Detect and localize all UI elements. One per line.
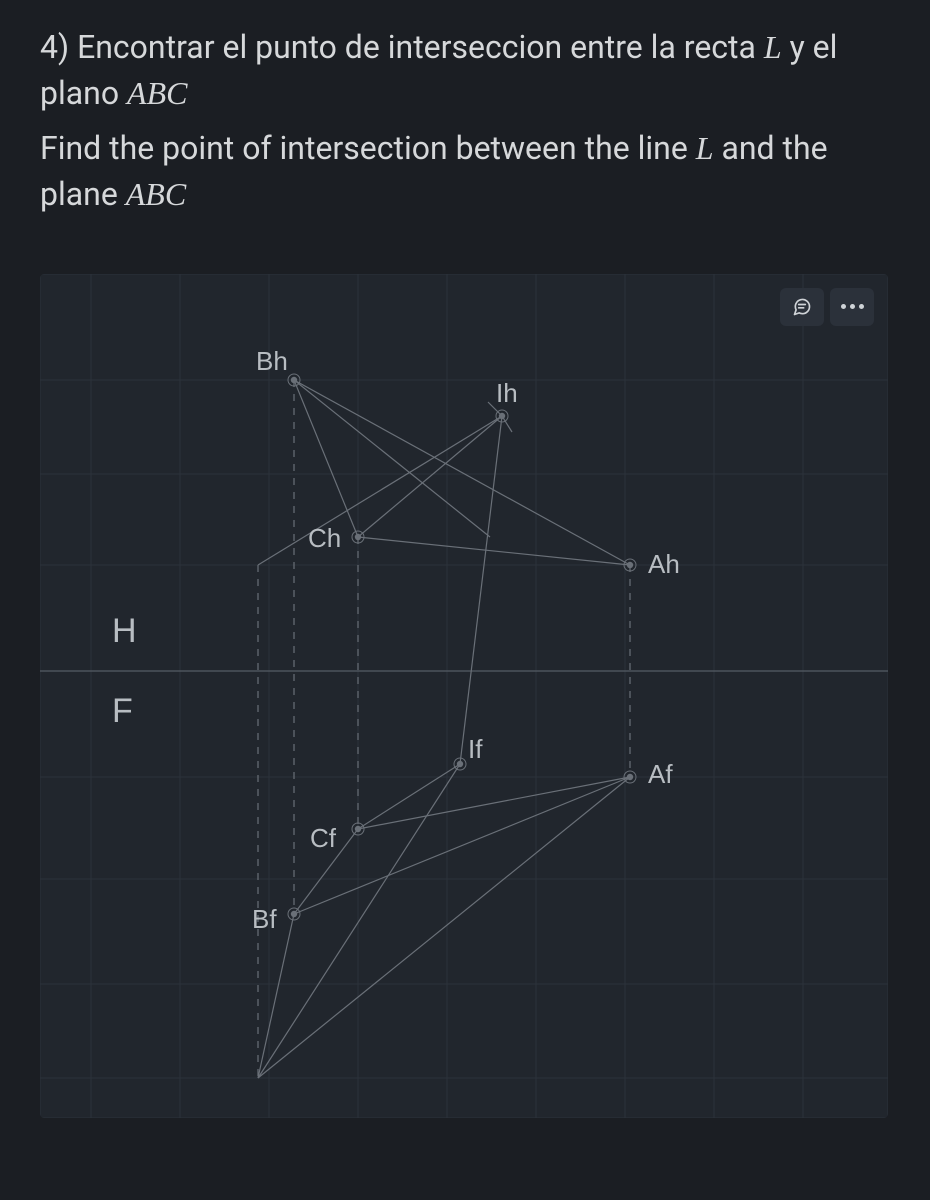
point-label-Bf: Bf bbox=[252, 904, 277, 934]
diagram-svg: H F bbox=[40, 274, 888, 1118]
lines-horizontal-view bbox=[258, 380, 630, 764]
point-label-If: If bbox=[468, 734, 483, 764]
diagram-toolbar bbox=[780, 288, 874, 326]
point-label-Ah: Ah bbox=[648, 549, 680, 579]
ellipsis-icon bbox=[839, 304, 866, 309]
point-Ah: Ah bbox=[624, 549, 680, 579]
point-label-Ch: Ch bbox=[308, 523, 341, 553]
point-Ih: Ih bbox=[496, 378, 518, 422]
projection-lines bbox=[258, 380, 630, 1078]
question-es-var-L: L bbox=[764, 29, 782, 65]
point-Af: Af bbox=[624, 759, 673, 789]
axis-label-H: H bbox=[112, 612, 137, 650]
lines-frontal-view bbox=[258, 764, 630, 1078]
question-number: 4) bbox=[40, 28, 77, 66]
comment-icon bbox=[792, 297, 812, 317]
diagram-canvas[interactable]: H F bbox=[40, 274, 888, 1118]
point-label-Af: Af bbox=[648, 759, 673, 789]
point-label-Cf: Cf bbox=[310, 823, 337, 853]
question-es-var-ABC: ABC bbox=[127, 75, 187, 111]
more-options-button[interactable] bbox=[830, 288, 874, 326]
point-Cf: Cf bbox=[310, 823, 364, 853]
question-en-var-ABC: ABC bbox=[126, 176, 186, 212]
point-label-Bh: Bh bbox=[256, 346, 288, 376]
question-en-var-L: L bbox=[696, 130, 714, 166]
question-es-text1: Encontrar el punto de interseccion entre… bbox=[77, 28, 764, 66]
point-label-Ih: Ih bbox=[496, 378, 518, 408]
question-spanish: 4) Encontrar el punto de interseccion en… bbox=[40, 24, 890, 117]
axis-label-F: F bbox=[112, 692, 133, 730]
grid bbox=[40, 274, 888, 1118]
comment-button[interactable] bbox=[780, 288, 824, 326]
point-If: If bbox=[454, 734, 483, 770]
question-english: Find the point of intersection between t… bbox=[40, 125, 890, 218]
point-Ch: Ch bbox=[308, 523, 364, 553]
question-en-text1: Find the point of intersection between t… bbox=[40, 129, 696, 167]
